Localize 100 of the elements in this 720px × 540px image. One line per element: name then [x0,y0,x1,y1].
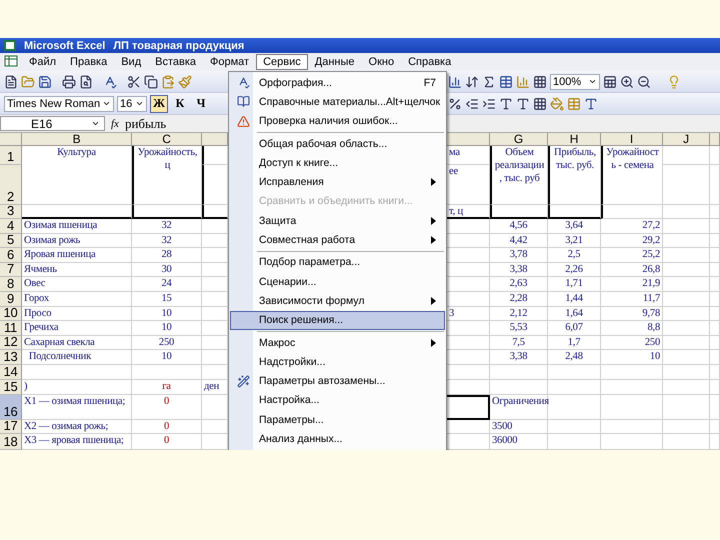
borders-icon[interactable] [533,96,547,110]
spellcheck-icon[interactable] [103,74,117,88]
column-header[interactable]: B [22,133,132,146]
sheet-icon[interactable] [4,54,18,66]
table-cell [548,434,601,450]
printer-icon[interactable] [62,74,76,88]
row-header[interactable]: 17 [0,420,22,434]
column-header[interactable]: J [663,133,710,146]
table-cell: 24 [132,277,202,292]
row-header[interactable]: 8 [0,277,22,292]
percent-icon[interactable] [448,96,462,110]
table-cell [601,380,663,395]
formula-field[interactable]: рибыль [124,116,166,132]
menu-item[interactable]: Сервис [256,54,308,70]
column-header[interactable]: I [601,133,663,146]
row-header[interactable]: 18 [0,434,22,450]
menu-item[interactable]: Исправления [230,172,445,192]
table-cell: 29,2 [601,234,663,248]
function-button[interactable]: fx [111,118,119,130]
menu-item[interactable]: Зависимости формул [230,291,445,311]
sort-icon[interactable] [465,74,479,88]
table-cell: 6,07 [548,321,601,336]
submenu-arrow-icon [431,236,436,244]
menu-item[interactable]: Совместная работа [230,230,445,250]
row-header[interactable]: 12 [0,336,22,350]
format-button[interactable]: Ч [192,94,210,112]
table-cell: 2,63 [490,277,548,292]
row-header[interactable]: 5 [0,234,22,248]
outdent-icon[interactable] [465,96,479,110]
table-cell: 21,9 [601,277,663,292]
table-icon[interactable] [499,74,513,88]
grid-icon[interactable] [533,74,547,88]
row-header[interactable]: 4 [0,219,22,234]
row-header[interactable]: 16 [0,394,22,420]
menu-item[interactable]: Файл [22,54,64,70]
menu-item[interactable]: Параметры автозамены... [230,371,445,391]
font-shrink-icon[interactable] [516,96,530,110]
sheet-icon[interactable] [603,74,617,88]
table-cell: 9,78 [601,306,663,322]
row-header[interactable]: 10 [0,306,22,322]
table-cell [663,292,710,307]
row-header[interactable]: 6 [0,248,22,263]
menu-item[interactable]: Окно [362,54,402,70]
brush-icon[interactable] [178,74,192,88]
menu-item[interactable]: Доступ к книге... [230,153,445,172]
row-header[interactable]: 3 [0,205,22,219]
row-header[interactable]: 13 [0,350,22,365]
sum-icon[interactable] [482,74,496,88]
copy-icon[interactable] [144,74,158,88]
chart-icon[interactable] [448,74,462,88]
menu-item[interactable]: Общая рабочая область... [230,134,445,154]
zoom-out-icon[interactable] [637,74,651,88]
row-header[interactable]: 11 [0,321,22,336]
menu-item[interactable]: Вид [114,54,148,70]
indent-icon[interactable] [482,96,496,110]
menu-item[interactable]: Справочные материалы...Alt+щелчок [230,92,445,112]
font-combo[interactable]: Times New Roman [4,96,114,112]
menu-item[interactable]: Настройка... [230,390,445,410]
menu-item[interactable]: Проверка наличия ошибок... [230,112,445,131]
row-header[interactable]: 9 [0,292,22,307]
row-header[interactable]: 7 [0,262,22,278]
menu-item[interactable]: Анализ данных... [230,429,445,449]
menu-item[interactable]: Макрос [230,332,445,352]
menu-item[interactable]: Поиск решения... [230,310,445,330]
menu-item[interactable]: Правка [63,54,114,70]
font-grow-icon[interactable] [499,96,513,110]
window-title: ЛП товарная продукция [113,40,244,52]
menu-item[interactable]: Сценарии... [230,272,445,292]
column-header[interactable]: H [548,133,601,146]
preview-icon[interactable] [79,74,93,88]
zoom-combo[interactable]: 100% [550,74,600,90]
table-cell [663,219,710,234]
table-cell: 2,5 [548,248,601,263]
row-header[interactable]: 15 [0,380,22,395]
column-header[interactable]: C [132,133,202,146]
fill-color-icon[interactable] [550,96,564,110]
table-cell: 25,2 [601,248,663,263]
menu-item[interactable]: Подбор параметра... [230,252,445,272]
menu-item[interactable]: Формат [203,54,256,70]
menu-item[interactable]: Вставка [148,54,204,70]
new-icon[interactable] [4,74,18,88]
name-box[interactable]: E16 [0,116,105,131]
app-name: Microsoft Excel [24,40,106,52]
row-header[interactable]: 14 [0,364,22,380]
menu-item[interactable]: Справка [401,54,458,70]
menu-item[interactable]: Защита [230,211,445,230]
row-header[interactable]: 1 [0,146,22,165]
zoom-in-icon[interactable] [620,74,634,88]
menu-item[interactable]: Надстройки... [230,352,445,372]
column-header[interactable]: G [490,133,548,146]
menu-item[interactable]: Параметры... [230,410,445,430]
font-size-combo[interactable]: 16 [117,96,147,112]
save-icon[interactable] [38,74,52,88]
menu-item[interactable]: Данные [308,54,362,70]
cut-icon[interactable] [127,74,141,88]
format-button[interactable]: К [171,94,189,112]
menu-item[interactable]: Орфография... F7 [230,73,445,92]
format-button[interactable]: Ж [150,94,168,112]
font-color-icon[interactable] [584,96,598,110]
row-header[interactable]: 2 [0,165,22,205]
